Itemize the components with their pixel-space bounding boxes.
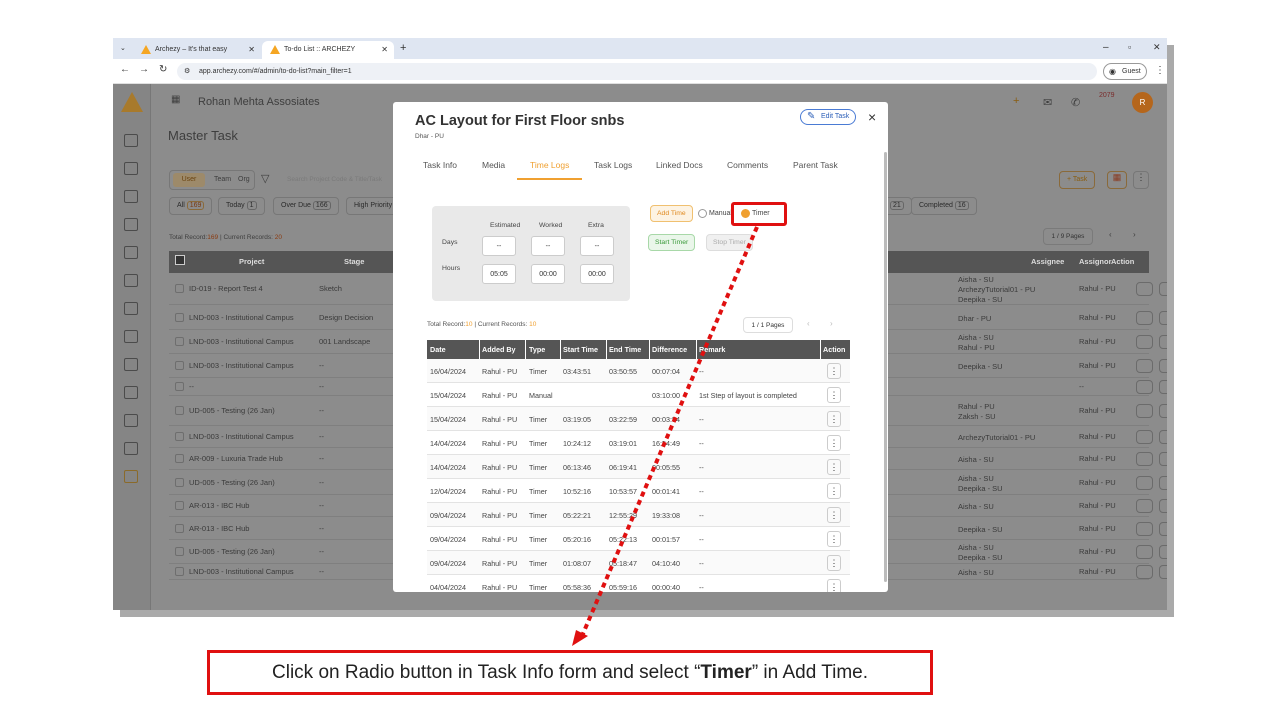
instruction-text-end: ” in Add Time. [751,662,868,683]
instruction-text: Click on Radio button in Task Info form … [272,662,701,683]
arrow-line [580,226,759,637]
arrow-head [572,630,588,646]
callout-arrow [572,226,759,646]
instruction-banner: Click on Radio button in Task Info form … [207,650,933,695]
instruction-bold: Timer [700,662,752,683]
